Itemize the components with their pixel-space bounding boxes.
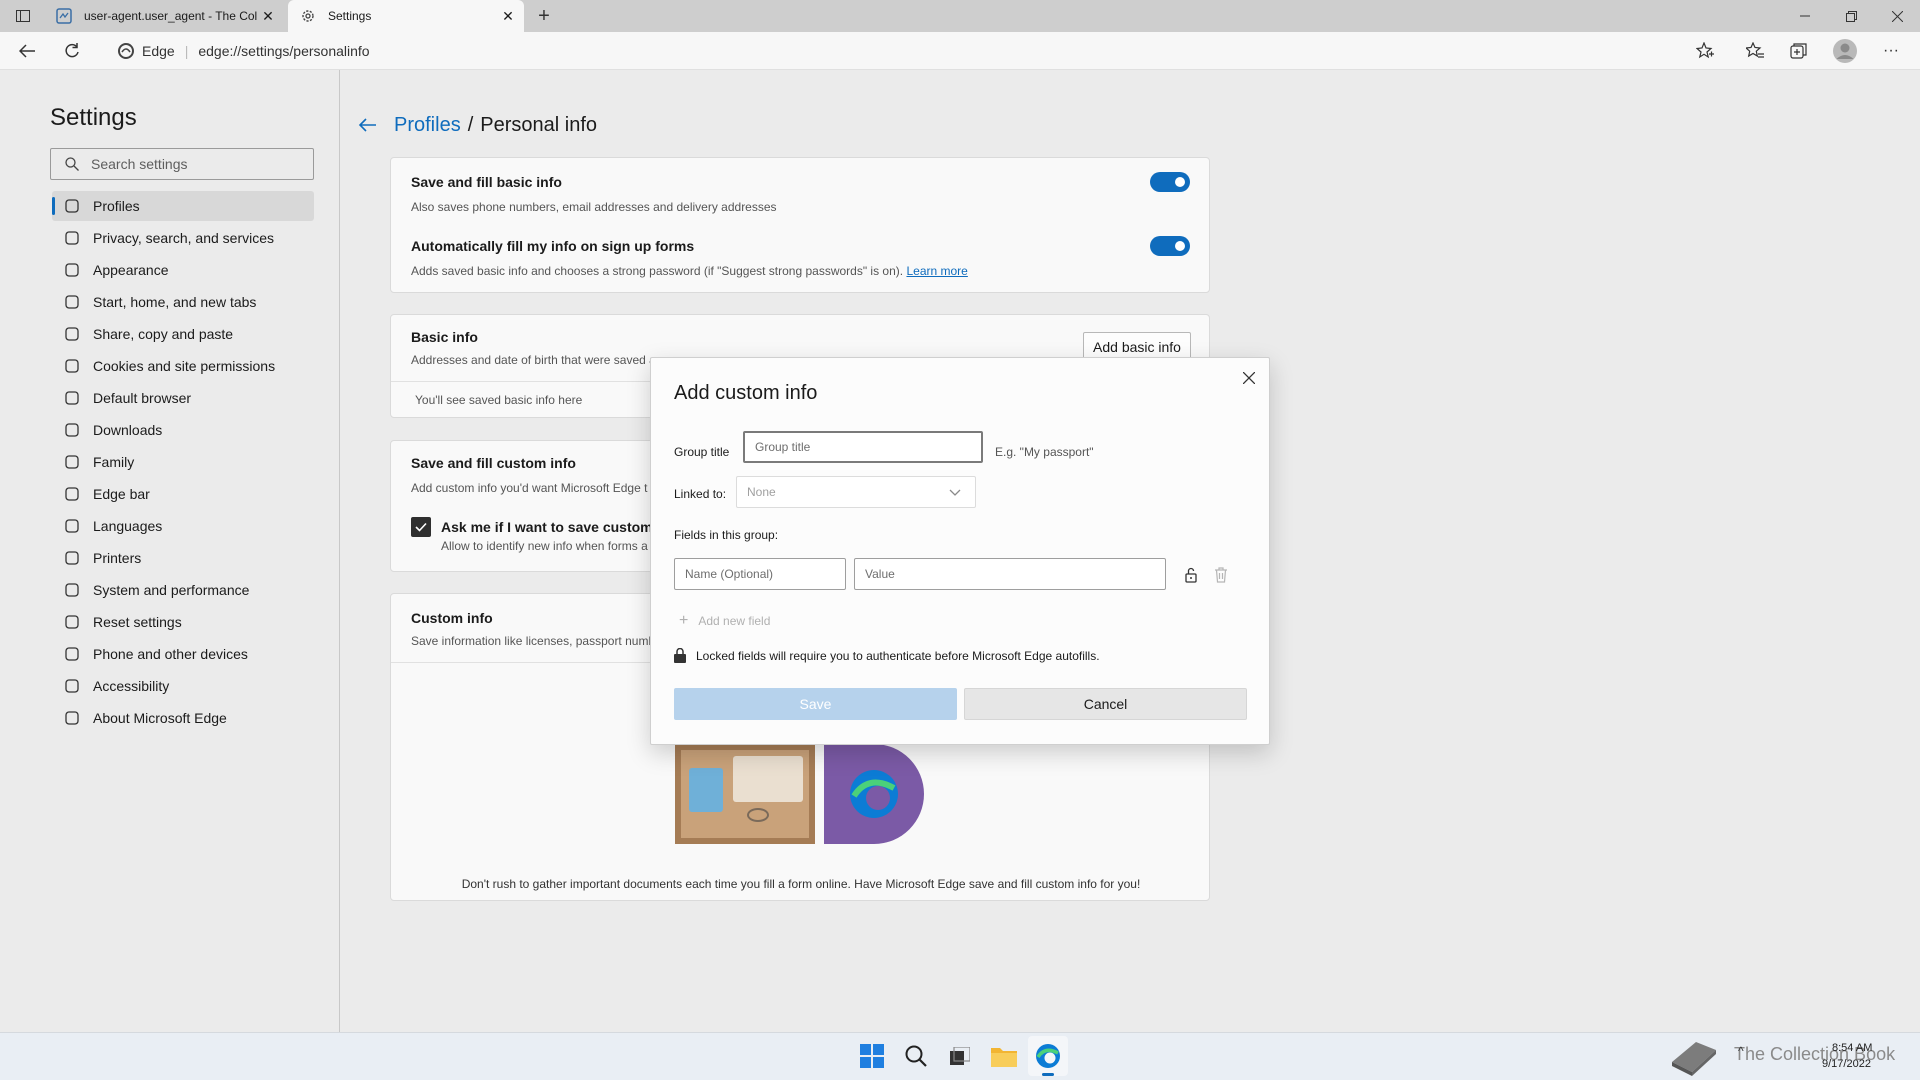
tab-user-agent[interactable]: user-agent.user_agent - The Coll ✕ <box>44 0 284 32</box>
add-new-field-label: Add new field <box>698 614 771 628</box>
edge-logo-icon <box>1036 1044 1060 1068</box>
avatar <box>1833 39 1857 63</box>
arrow-left-icon <box>19 44 35 58</box>
profile-button[interactable] <box>1830 36 1860 66</box>
group-title-input[interactable]: Group title <box>743 431 983 463</box>
close-tab-icon[interactable]: ✕ <box>498 6 518 26</box>
tray-time[interactable]: 8:54 AM <box>1832 1042 1872 1054</box>
task-view-icon <box>950 1047 970 1065</box>
field-value-input[interactable]: Value <box>854 558 1166 590</box>
site-identity-label: Edge <box>142 43 175 59</box>
chevron-down-icon <box>949 489 961 496</box>
close-tab-icon[interactable]: ✕ <box>258 6 278 26</box>
back-button[interactable] <box>12 36 42 66</box>
taskbar-search-button[interactable] <box>896 1036 936 1076</box>
lock-field-button[interactable] <box>1181 565 1201 585</box>
search-icon <box>905 1045 927 1067</box>
tab-settings[interactable]: Settings ✕ <box>288 0 524 32</box>
cancel-button[interactable]: Cancel <box>964 688 1247 720</box>
active-app-indicator <box>1042 1073 1054 1076</box>
restore-button[interactable] <box>1828 0 1874 32</box>
star-add-icon <box>1696 42 1714 59</box>
tab-label: user-agent.user_agent - The Coll <box>84 9 258 23</box>
tab-actions-icon <box>16 10 30 22</box>
favorites-button[interactable] <box>1740 36 1770 66</box>
task-view-button[interactable] <box>940 1036 980 1076</box>
add-favorite-button[interactable] <box>1690 36 1720 66</box>
gear-icon <box>302 10 314 22</box>
add-custom-info-dialog: Add custom info Group title Group title … <box>650 357 1270 745</box>
group-title-placeholder: Group title <box>755 440 811 454</box>
add-new-field-button[interactable]: + Add new field <box>679 612 770 630</box>
delete-field-button[interactable] <box>1211 565 1231 585</box>
linked-to-select[interactable]: None <box>736 476 976 508</box>
start-button[interactable] <box>852 1036 892 1076</box>
url-text: edge://settings/personalinfo <box>198 43 370 59</box>
group-title-label: Group title <box>674 445 730 459</box>
more-menu-button[interactable]: ··· <box>1876 36 1906 66</box>
page-icon <box>56 8 72 24</box>
group-title-hint: E.g. "My passport" <box>995 445 1094 459</box>
tab-actions-button[interactable] <box>12 6 34 26</box>
minimize-icon <box>1800 15 1810 17</box>
edge-logo-icon <box>118 43 134 59</box>
fields-label: Fields in this group: <box>674 528 779 542</box>
plus-icon: + <box>679 612 689 629</box>
lock-note-text: Locked fields will require you to authen… <box>696 648 1100 663</box>
watermark-book-icon <box>1668 1032 1720 1078</box>
dialog-title: Add custom info <box>674 382 818 404</box>
field-name-input[interactable]: Name (Optional) <box>674 558 846 590</box>
save-button[interactable]: Save <box>674 688 957 720</box>
windows-logo-icon <box>860 1044 884 1068</box>
folder-icon <box>991 1048 1017 1067</box>
book-icon <box>1672 1042 1716 1076</box>
lock-icon <box>674 648 686 663</box>
trash-icon <box>1215 567 1227 583</box>
minimize-button[interactable] <box>1782 0 1828 32</box>
tray-overflow-icon[interactable]: ^ <box>1738 1044 1744 1058</box>
collections-button[interactable] <box>1784 36 1814 66</box>
edge-taskbar-button[interactable] <box>1028 1036 1068 1076</box>
refresh-icon <box>65 43 79 58</box>
tab-label: Settings <box>328 9 372 23</box>
lock-note: Locked fields will require you to authen… <box>674 648 1100 663</box>
linked-to-value: None <box>747 485 776 499</box>
unlock-icon <box>1185 567 1197 583</box>
refresh-button[interactable] <box>57 36 87 66</box>
close-icon <box>1243 372 1255 384</box>
close-icon <box>1891 10 1903 22</box>
close-window-button[interactable] <box>1874 0 1920 32</box>
new-tab-button[interactable]: + <box>532 4 556 28</box>
file-explorer-button[interactable] <box>984 1036 1024 1076</box>
collections-icon <box>1790 43 1807 59</box>
linked-to-label: Linked to: <box>674 487 727 501</box>
field-name-placeholder: Name (Optional) <box>685 567 774 581</box>
tray-date[interactable]: 9/17/2022 <box>1822 1058 1871 1070</box>
address-separator: | <box>184 43 189 59</box>
address-bar[interactable]: Edge | edge://settings/personalinfo <box>112 37 1712 65</box>
dialog-close-button[interactable] <box>1237 366 1261 390</box>
field-value-placeholder: Value <box>865 567 895 581</box>
restore-icon <box>1845 10 1857 22</box>
favorites-icon <box>1746 42 1764 58</box>
